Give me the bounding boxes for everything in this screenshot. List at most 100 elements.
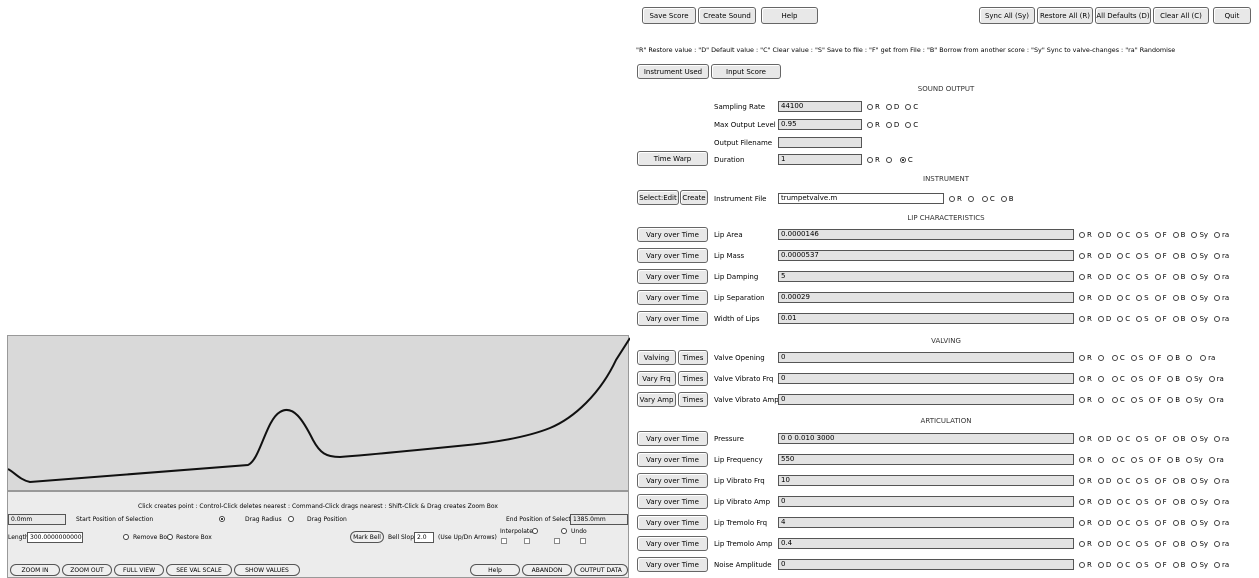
radio-c[interactable] xyxy=(1111,355,1118,361)
radio-r[interactable] xyxy=(1079,457,1085,463)
radio-s[interactable] xyxy=(1136,274,1143,280)
value-radios[interactable]: R C S F B Sy ra xyxy=(1074,375,1225,383)
interpolate-radio[interactable] xyxy=(532,528,538,534)
bore-help-button[interactable]: Help xyxy=(470,564,520,576)
value-radios[interactable]: R D C S F B Sy ra xyxy=(1074,477,1230,485)
radio-b[interactable] xyxy=(1172,520,1179,526)
radio-sy[interactable] xyxy=(1191,562,1198,568)
radio-f[interactable] xyxy=(1154,478,1161,484)
radio-c[interactable] xyxy=(1117,253,1124,259)
radio-d[interactable] xyxy=(1097,499,1104,505)
save-score-button[interactable]: Save Score xyxy=(642,7,696,24)
vary-over-time-button[interactable]: Vary over Time xyxy=(637,269,708,284)
radio-r[interactable] xyxy=(1079,232,1085,238)
radio-b[interactable] xyxy=(1172,436,1179,442)
radio-blank[interactable] xyxy=(885,157,892,163)
radio-ra[interactable] xyxy=(1208,457,1215,463)
bell-slope-field[interactable]: 2.0 xyxy=(414,532,434,543)
select-edit-button[interactable]: Select:Edit xyxy=(637,190,679,205)
valve-vary-button[interactable]: Vary Frq xyxy=(637,371,676,386)
value-radios[interactable]: R D C S F B Sy ra xyxy=(1074,561,1230,569)
duration-radios[interactable]: RC xyxy=(862,156,914,164)
radio-blank[interactable] xyxy=(967,196,974,202)
radio-r[interactable] xyxy=(1079,478,1085,484)
abandon-button[interactable]: ABANDON xyxy=(522,564,572,576)
radio-d[interactable] xyxy=(1097,316,1104,322)
output-filename-field[interactable] xyxy=(778,137,862,148)
radio-sy[interactable] xyxy=(1186,457,1193,463)
radio-sy[interactable] xyxy=(1186,376,1193,382)
radio-b[interactable] xyxy=(1172,478,1179,484)
sampling-rate-field[interactable]: 44100 xyxy=(778,101,862,112)
param-field[interactable]: 4 xyxy=(778,517,1074,528)
radio-s[interactable] xyxy=(1136,478,1143,484)
value-radios[interactable]: R D C S F B Sy ra xyxy=(1074,294,1230,302)
radio-s[interactable] xyxy=(1136,499,1143,505)
radio-d[interactable] xyxy=(1097,478,1104,484)
radio-r[interactable] xyxy=(1079,436,1085,442)
radio-sy[interactable] xyxy=(1191,295,1198,301)
radio-c[interactable] xyxy=(1117,232,1124,238)
radio-r[interactable] xyxy=(1079,295,1085,301)
radio-b[interactable] xyxy=(1172,316,1179,322)
radio-c[interactable] xyxy=(1117,274,1124,280)
radio-r[interactable] xyxy=(867,157,873,163)
all-defaults-button[interactable]: All Defaults (D) xyxy=(1095,7,1151,24)
value-radios[interactable]: R D C S F B Sy ra xyxy=(1074,540,1230,548)
radio-b[interactable] xyxy=(1167,355,1174,361)
vary-over-time-button[interactable]: Vary over Time xyxy=(637,557,708,572)
radio-s[interactable] xyxy=(1136,562,1143,568)
radio-blank[interactable] xyxy=(1097,376,1104,382)
radio-r[interactable] xyxy=(1079,355,1085,361)
radio-b[interactable] xyxy=(1172,274,1179,280)
radio-blank[interactable] xyxy=(1186,355,1193,361)
radio-f[interactable] xyxy=(1149,457,1156,463)
param-field[interactable]: 0.00029 xyxy=(778,292,1074,303)
radio-s[interactable] xyxy=(1136,232,1143,238)
radio-r[interactable] xyxy=(867,104,873,110)
param-field[interactable]: 0 0 0.010 3000 xyxy=(778,433,1074,444)
radio-d[interactable] xyxy=(1097,274,1104,280)
tab-input-score[interactable]: Input Score xyxy=(711,64,781,79)
radio-f[interactable] xyxy=(1154,541,1161,547)
param-field[interactable]: 0 xyxy=(778,394,1074,405)
full-view-button[interactable]: FULL VIEW xyxy=(114,564,164,576)
radio-ra[interactable] xyxy=(1214,436,1221,442)
remove-box-radio[interactable] xyxy=(123,534,129,540)
radio-b[interactable] xyxy=(1172,232,1179,238)
checkbox[interactable] xyxy=(501,538,507,544)
checkbox[interactable] xyxy=(580,538,586,544)
param-field[interactable]: 0.0000537 xyxy=(778,250,1074,261)
value-radios[interactable]: R C S F B Sy ra xyxy=(1074,396,1225,404)
radio-c[interactable] xyxy=(1117,562,1124,568)
vary-over-time-button[interactable]: Vary over Time xyxy=(637,227,708,242)
value-radios[interactable]: R C S F B Sy ra xyxy=(1074,456,1225,464)
radio-sy[interactable] xyxy=(1191,499,1198,505)
instrument-file-field[interactable]: trumpetvalve.m xyxy=(778,193,944,204)
radio-c[interactable] xyxy=(905,104,912,110)
create-instrument-button[interactable]: Create xyxy=(680,190,708,205)
radio-sy[interactable] xyxy=(1191,541,1198,547)
radio-f[interactable] xyxy=(1149,355,1156,361)
radio-ra[interactable] xyxy=(1208,397,1215,403)
zoom-out-button[interactable]: ZOOM OUT xyxy=(62,564,112,576)
clear-all-button[interactable]: Clear All (C) xyxy=(1153,7,1209,24)
vary-over-time-button[interactable]: Vary over Time xyxy=(637,473,708,488)
radio-sy[interactable] xyxy=(1191,520,1198,526)
radio-f[interactable] xyxy=(1154,274,1161,280)
radio-b[interactable] xyxy=(1172,295,1179,301)
param-field[interactable]: 550 xyxy=(778,454,1074,465)
radio-d[interactable] xyxy=(1097,520,1104,526)
max-output-radios[interactable]: RDC xyxy=(862,121,919,129)
radio-r[interactable] xyxy=(1079,274,1085,280)
radio-c[interactable] xyxy=(1111,376,1118,382)
radio-c[interactable] xyxy=(1111,457,1118,463)
radio-s[interactable] xyxy=(1130,355,1137,361)
radio-c[interactable] xyxy=(1117,316,1124,322)
radio-r[interactable] xyxy=(1079,253,1085,259)
value-radios[interactable]: R D C S F B Sy ra xyxy=(1074,273,1230,281)
radio-blank[interactable] xyxy=(1097,397,1104,403)
param-field[interactable]: 0.4 xyxy=(778,538,1074,549)
param-field[interactable]: 5 xyxy=(778,271,1074,282)
drag-position-radio[interactable] xyxy=(288,516,294,522)
